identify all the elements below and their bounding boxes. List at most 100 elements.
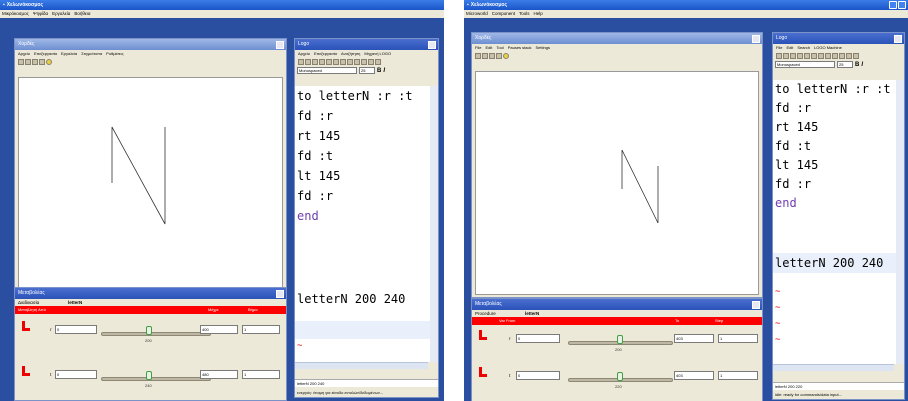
slider-thumb[interactable] [617,372,623,381]
step-field[interactable]: 1 [718,334,758,343]
menu-item[interactable]: File [776,44,782,51]
menu-item[interactable]: Εργαλεία [61,50,77,57]
maximize-button[interactable] [898,1,906,9]
command-area[interactable]: letterN 200 240 ~ [295,256,430,362]
menu-item[interactable]: Tool [496,44,503,51]
menu-item[interactable]: Ρυθμίσεις [106,50,123,57]
value-slider[interactable] [101,332,211,336]
step-field[interactable]: 1 [718,371,758,380]
horizontal-scrollbar[interactable] [295,362,428,369]
pause-icon[interactable] [354,58,360,65]
from-field[interactable]: 0 [516,334,560,343]
new-icon[interactable] [18,58,24,65]
save-icon[interactable] [790,52,796,59]
paste-icon[interactable] [818,52,824,59]
font-select[interactable]: Monospaced [775,61,835,68]
command-area[interactable]: letterN 200 240 ~ ~ ~ ~ [773,240,898,364]
turtle-window-title-bar[interactable]: Χορδές [472,33,762,44]
replace-icon[interactable] [853,52,859,59]
italic-button[interactable]: I [861,62,863,68]
stop-icon[interactable] [839,52,845,59]
paste-icon[interactable] [340,58,346,65]
maximize-button[interactable] [752,34,760,43]
open-icon[interactable] [305,58,311,65]
menu-item[interactable]: Μικρόκοσμος [2,10,29,18]
print-icon[interactable] [797,52,803,59]
menu-item[interactable]: Help [534,10,543,18]
font-select[interactable]: Monospaced [297,67,357,74]
cut-icon[interactable] [804,52,810,59]
maximize-button[interactable] [276,289,284,298]
editor-scrollbar[interactable] [896,80,904,364]
step-field[interactable]: 1 [242,370,280,379]
turtle-icon[interactable] [503,52,509,59]
editor-scrollbar[interactable] [430,86,438,362]
variation-window-title-bar[interactable]: Μεταβολέας [15,288,286,299]
menu-item[interactable]: Βοήθεια [74,10,90,18]
horizontal-scrollbar[interactable] [773,364,894,371]
menu-item[interactable]: Tools [519,10,530,18]
save-icon[interactable] [312,58,318,65]
menu-item[interactable]: Αρχείο [298,50,310,57]
menu-item[interactable]: Ψηφίδα [33,10,48,18]
to-field[interactable]: 400 [200,325,238,334]
new-icon[interactable] [298,58,304,65]
to-field[interactable]: 403 [674,371,714,380]
new-icon[interactable] [776,52,782,59]
font-size-select[interactable]: 25 [359,67,375,74]
turtle-canvas[interactable] [475,71,759,295]
menu-item[interactable]: LOGO Machine [814,44,842,51]
bold-button[interactable]: B [377,68,381,74]
turtle-icon[interactable] [46,58,52,65]
menu-item[interactable]: Επεξεργασία [314,50,337,57]
save-icon[interactable] [489,52,495,59]
find-icon[interactable] [846,52,852,59]
run-icon[interactable] [347,58,353,65]
maximize-button[interactable] [428,40,436,49]
menu-item[interactable]: Search [797,44,810,51]
open-icon[interactable] [25,58,31,65]
from-field[interactable]: 0 [55,325,97,334]
command-history[interactable]: letterN 200 220 [773,382,904,390]
copy-icon[interactable] [333,58,339,65]
print-icon[interactable] [39,58,45,65]
menu-item[interactable]: Εργαλεία [52,10,70,18]
open-icon[interactable] [482,52,488,59]
bold-button[interactable]: B [855,62,859,68]
menu-item[interactable]: Component [492,10,515,18]
maximize-button[interactable] [894,34,902,43]
menu-item[interactable]: Edit [786,44,793,51]
menu-item[interactable]: Microworld [466,10,488,18]
maximize-button[interactable] [752,300,760,309]
to-field[interactable]: 480 [200,370,238,379]
italic-button[interactable]: I [383,68,385,74]
menu-item[interactable]: Επεξεργασία [34,50,57,57]
slider-thumb[interactable] [146,371,152,380]
procedure-name[interactable]: letterN [525,310,539,317]
cut-icon[interactable] [326,58,332,65]
command-history[interactable]: letterN 200 240 [295,379,438,387]
menu-item[interactable]: Edit [485,44,492,51]
slider-thumb[interactable] [146,326,152,335]
open-icon[interactable] [783,52,789,59]
to-field[interactable]: 403 [674,334,714,343]
step-field[interactable]: 1 [242,325,280,334]
maximize-button[interactable] [276,40,284,49]
procedure-name[interactable]: letterN [68,299,82,306]
menu-item[interactable]: Pauses stack [508,44,532,51]
code-editor[interactable]: to letterN :r :t fd :r rt 145 fd :t lt 1… [295,86,430,256]
menu-item[interactable]: File [475,44,481,51]
code-editor[interactable]: to letterN :r :t fd :r rt 145 fd :t lt 1… [773,80,898,240]
print-icon[interactable] [496,52,502,59]
save-icon[interactable] [32,58,38,65]
menu-item[interactable]: Αναζήτηση [341,50,360,57]
slider-thumb[interactable] [617,335,623,344]
copy-icon[interactable] [811,52,817,59]
pause-icon[interactable] [832,52,838,59]
stop-icon[interactable] [361,58,367,65]
logo-window-title-bar[interactable]: Logo [295,39,438,50]
font-size-select[interactable]: 25 [837,61,853,68]
logo-window-title-bar[interactable]: Logo [773,33,904,44]
menu-item[interactable]: Αρχείο [18,50,30,57]
print-icon[interactable] [319,58,325,65]
